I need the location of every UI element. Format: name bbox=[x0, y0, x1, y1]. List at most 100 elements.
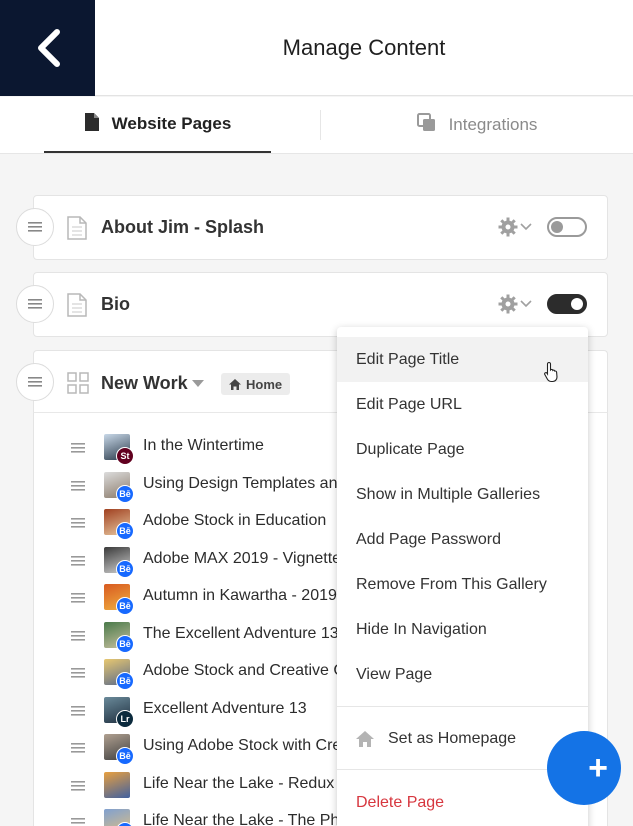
source-badge-icon: Bē bbox=[116, 522, 134, 540]
caret-down-icon[interactable] bbox=[192, 380, 204, 388]
tab-bar: Website Pages Integrations bbox=[0, 97, 633, 154]
source-badge-label: Bē bbox=[119, 563, 131, 574]
page-icon bbox=[67, 216, 87, 245]
menu-item-show-in-multiple-galleries[interactable]: Show in Multiple Galleries bbox=[337, 472, 588, 517]
source-badge-label: Bē bbox=[119, 638, 131, 649]
menu-item-hide-in-navigation[interactable]: Hide In Navigation bbox=[337, 607, 588, 652]
tab-website-pages[interactable]: Website Pages bbox=[44, 97, 271, 153]
drag-handle-icon[interactable] bbox=[71, 555, 85, 566]
page-title: Manage Content bbox=[282, 35, 446, 60]
chevron-left-icon bbox=[37, 29, 60, 67]
chevron-down-icon bbox=[520, 300, 532, 308]
gallery-item-title: Adobe MAX 2019 - Vignettes bbox=[143, 549, 350, 567]
drag-handle-icon[interactable] bbox=[71, 705, 85, 716]
menu-item-label: Remove From This Gallery bbox=[356, 575, 547, 593]
source-badge-icon: Bē bbox=[116, 484, 134, 503]
menu-item-view-page[interactable]: View Page bbox=[337, 652, 588, 697]
drag-handle[interactable] bbox=[16, 285, 54, 323]
menu-item-remove-from-this-gallery[interactable]: Remove From This Gallery bbox=[337, 562, 588, 607]
menu-item-label: View Page bbox=[356, 665, 433, 683]
menu-item-label: Duplicate Page bbox=[356, 440, 465, 458]
drag-handle-icon[interactable] bbox=[71, 743, 85, 753]
source-badge-icon: Bē bbox=[116, 672, 134, 690]
drag-handle-icon bbox=[28, 377, 42, 387]
source-badge-icon: Bē bbox=[116, 597, 134, 615]
toggle-knob bbox=[551, 221, 563, 233]
add-page-button[interactable]: + bbox=[547, 731, 621, 805]
gallery-item-title: Excellent Adventure 13 bbox=[143, 699, 307, 717]
source-badge-icon: St bbox=[116, 447, 134, 465]
page-settings-button[interactable] bbox=[498, 294, 532, 314]
gallery-item-title: Autumn in Kawartha - 2019 bbox=[143, 587, 337, 604]
home-icon bbox=[356, 730, 374, 747]
menu-item-delete-page[interactable]: Delete Page bbox=[337, 780, 588, 825]
page-icon bbox=[67, 293, 87, 322]
drag-handle-icon[interactable] bbox=[71, 518, 85, 528]
chevron-down-icon bbox=[520, 223, 532, 231]
drag-handle-icon[interactable] bbox=[71, 668, 85, 678]
menu-item-label: Add Page Password bbox=[356, 530, 501, 548]
drag-handle-icon bbox=[28, 299, 42, 309]
home-badge-label: Home bbox=[246, 376, 283, 392]
gallery-item-title: The Excellent Adventure 13 bbox=[143, 624, 339, 642]
page-visibility-toggle[interactable] bbox=[547, 294, 587, 314]
drag-handle-icon[interactable] bbox=[71, 780, 85, 791]
page-row-title: Bio bbox=[101, 294, 130, 314]
page-settings-button[interactable] bbox=[498, 217, 532, 237]
drag-handle[interactable] bbox=[16, 208, 54, 246]
gallery-item-title: Life Near the Lake - Redux bbox=[143, 774, 335, 792]
toggle-knob bbox=[571, 298, 583, 310]
gallery-item-title: In the Wintertime bbox=[143, 437, 264, 454]
source-badge-label: St bbox=[120, 451, 130, 461]
source-badge-icon: Bē bbox=[116, 634, 134, 653]
source-badge-label: Bē bbox=[119, 601, 131, 611]
back-button[interactable] bbox=[0, 0, 95, 96]
menu-item-add-page-password[interactable]: Add Page Password bbox=[337, 517, 588, 562]
thumbnail-image bbox=[104, 771, 130, 798]
hand-cursor-icon bbox=[544, 361, 558, 383]
source-badge-label: Bē bbox=[119, 676, 131, 686]
gallery-grid-icon bbox=[67, 372, 89, 399]
home-icon bbox=[229, 378, 241, 390]
gear-icon bbox=[498, 217, 518, 237]
home-badge: Home bbox=[221, 373, 291, 395]
gallery-item-title: Using Design Templates and bbox=[143, 474, 347, 492]
drag-handle-icon[interactable] bbox=[71, 443, 85, 453]
gallery-title: New Work bbox=[101, 373, 188, 393]
menu-item-edit-page-url[interactable]: Edit Page URL bbox=[337, 382, 588, 427]
source-badge-label: Bē bbox=[119, 526, 131, 536]
app-header: Manage Content bbox=[0, 0, 633, 96]
tab-label: Integrations bbox=[448, 115, 538, 134]
source-badge-label: Bē bbox=[119, 488, 131, 499]
page-visibility-toggle[interactable] bbox=[547, 217, 587, 237]
menu-item-label: Hide In Navigation bbox=[356, 620, 487, 638]
gallery-item-title: Life Near the Lake - The Pho bbox=[143, 812, 349, 826]
drag-handle-icon[interactable] bbox=[71, 593, 85, 603]
menu-item-label: Edit Page Title bbox=[356, 350, 460, 368]
gear-icon bbox=[498, 294, 518, 314]
gallery-item-title: Adobe Stock and Creative C bbox=[143, 662, 345, 679]
tab-integrations[interactable]: Integrations bbox=[320, 110, 633, 140]
drag-handle-icon bbox=[28, 222, 42, 232]
document-icon bbox=[84, 112, 100, 137]
menu-item-duplicate-page[interactable]: Duplicate Page bbox=[337, 427, 588, 472]
menu-item-label: Show in Multiple Galleries bbox=[356, 485, 541, 503]
plus-icon: + bbox=[588, 748, 608, 787]
source-badge-icon: Bē bbox=[116, 747, 134, 765]
menu-divider bbox=[337, 706, 588, 707]
integrations-icon bbox=[416, 112, 437, 138]
menu-item-label: Set as Homepage bbox=[388, 729, 517, 747]
drag-handle-icon[interactable] bbox=[71, 630, 85, 641]
drag-handle-icon[interactable] bbox=[71, 818, 85, 826]
source-badge-icon: Lr bbox=[116, 709, 134, 728]
source-badge-label: Bē bbox=[119, 751, 131, 761]
drag-handle-icon[interactable] bbox=[71, 480, 85, 491]
menu-item-label: Edit Page URL bbox=[356, 395, 462, 413]
source-badge-icon: Bē bbox=[116, 559, 134, 578]
page-row-title: About Jim - Splash bbox=[101, 217, 265, 237]
tab-label: Website Pages bbox=[111, 114, 232, 133]
drag-handle[interactable] bbox=[16, 363, 54, 401]
menu-item-label: Delete Page bbox=[356, 793, 445, 811]
gallery-item-title: Adobe Stock in Education bbox=[143, 512, 327, 529]
gallery-item-title: Using Adobe Stock with Cre bbox=[143, 737, 342, 754]
